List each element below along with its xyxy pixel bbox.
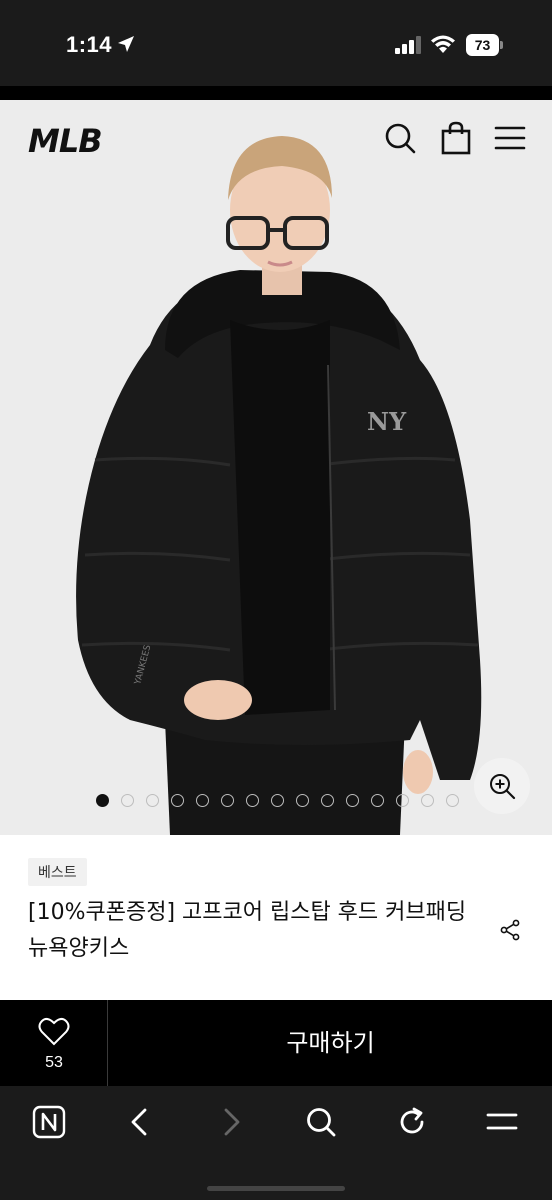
- brand-logo[interactable]: MLB: [28, 122, 103, 160]
- battery-icon: 73: [466, 34, 504, 56]
- buy-button[interactable]: 구매하기: [109, 1000, 552, 1086]
- carousel-dot[interactable]: [196, 794, 209, 807]
- like-count: 53: [45, 1054, 63, 1071]
- zoom-button[interactable]: [474, 758, 530, 814]
- svg-text:NY: NY: [367, 407, 407, 436]
- divider: [0, 86, 552, 100]
- back-arrow-icon[interactable]: [122, 1104, 158, 1140]
- search-icon[interactable]: [303, 1104, 339, 1140]
- heart-icon: [38, 1017, 70, 1046]
- purchase-bar: 53 구매하기: [0, 1000, 552, 1086]
- best-badge: 베스트: [28, 858, 87, 886]
- carousel-dot[interactable]: [421, 794, 434, 807]
- status-time: 1:14: [66, 32, 113, 57]
- wifi-icon: [431, 35, 455, 53]
- product-title: [10%쿠폰증정] 고프코어 립스탑 후드 커브패딩 뉴욕양키스: [28, 900, 467, 961]
- cellular-signal-icon: [395, 36, 421, 54]
- carousel-dot[interactable]: [371, 794, 384, 807]
- browser-toolbar: [0, 1086, 552, 1200]
- wishlist-button[interactable]: 53: [0, 1000, 108, 1086]
- home-indicator: [207, 1186, 345, 1191]
- product-info: 베스트 [10%쿠폰증정] 고프코어 립스탑 후드 커브패딩 뉴욕양키스: [0, 835, 552, 1000]
- carousel-dot[interactable]: [121, 794, 134, 807]
- carousel-dot[interactable]: [146, 794, 159, 807]
- share-icon[interactable]: [498, 918, 522, 942]
- shopping-bag-icon[interactable]: [438, 120, 474, 156]
- carousel-dot[interactable]: [96, 794, 109, 807]
- carousel-dot[interactable]: [221, 794, 234, 807]
- hamburger-menu-icon[interactable]: [492, 120, 528, 156]
- battery-level: 73: [466, 34, 499, 56]
- carousel-dot[interactable]: [246, 794, 259, 807]
- menu-icon[interactable]: [484, 1104, 520, 1140]
- carousel-dot[interactable]: [171, 794, 184, 807]
- zoom-in-icon: [490, 774, 516, 800]
- carousel-dot[interactable]: [396, 794, 409, 807]
- product-photo: NY YANKEES: [76, 136, 482, 835]
- product-gallery[interactable]: NY YANKEES MLB: [0, 100, 552, 835]
- search-icon[interactable]: [382, 120, 418, 156]
- location-arrow-icon: [118, 36, 134, 52]
- carousel-dot[interactable]: [271, 794, 284, 807]
- refresh-icon[interactable]: [394, 1104, 430, 1140]
- carousel-dot[interactable]: [446, 794, 459, 807]
- carousel-dot[interactable]: [346, 794, 359, 807]
- status-bar: 1:14 73: [0, 0, 552, 86]
- carousel-dot[interactable]: [296, 794, 309, 807]
- forward-arrow-icon[interactable]: [213, 1104, 249, 1140]
- battery-cap: [500, 41, 503, 49]
- naver-home-icon[interactable]: [31, 1104, 67, 1140]
- carousel-dot[interactable]: [321, 794, 334, 807]
